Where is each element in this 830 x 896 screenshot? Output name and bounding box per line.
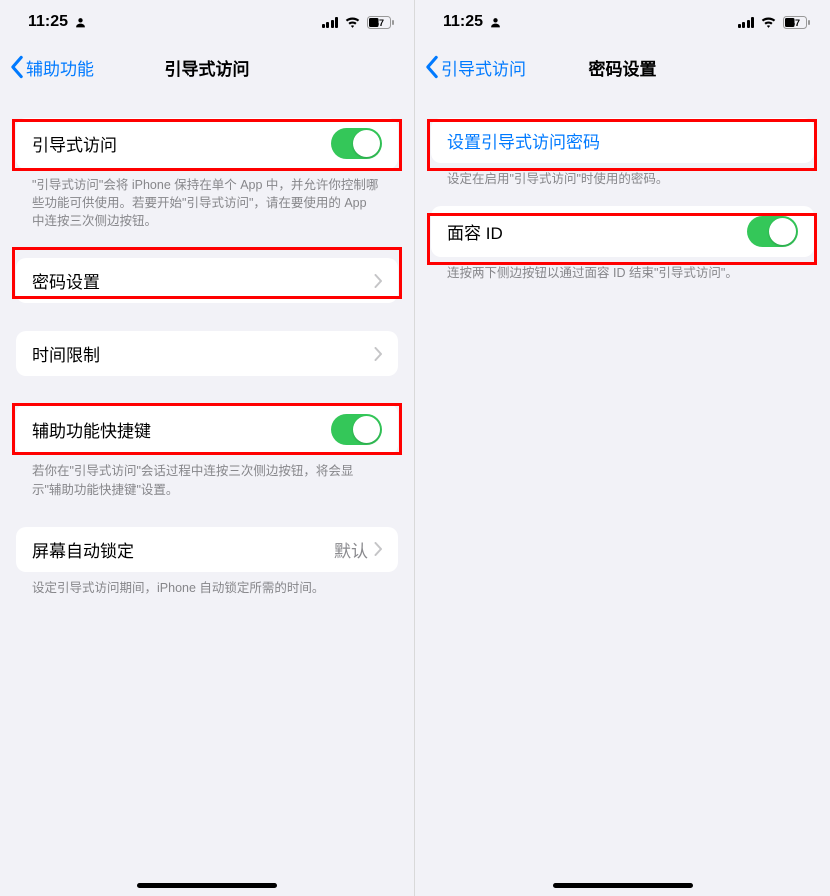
back-label: 引导式访问 [441,55,526,80]
section-footer: "引导式访问"会将 iPhone 保持在单个 App 中，并允许你控制哪些功能可… [32,176,382,230]
cellular-icon [738,16,755,28]
nav-bar: 引导式访问 密码设置 [415,44,830,90]
row-label: 时间限制 [32,341,374,366]
row-passcode-settings[interactable]: 密码设置 [16,258,398,303]
status-bar: 11:25 47 [0,0,414,44]
toggle-on-icon[interactable] [747,216,798,247]
chevron-right-icon [374,542,382,556]
row-time-limit[interactable]: 时间限制 [16,331,398,376]
row-face-id-toggle[interactable]: 面容 ID [431,206,814,257]
section-footer: 若你在"引导式访问"会话过程中连按三次侧边按钮，将会显示"辅助功能快捷键"设置。 [32,462,382,498]
svg-text:47: 47 [790,18,800,28]
section-footer: 设定在启用"引导式访问"时使用的密码。 [447,170,798,188]
chevron-right-icon [374,274,382,288]
battery-icon: 47 [367,16,394,29]
back-label: 辅助功能 [26,55,94,80]
section-footer: 设定引导式访问期间，iPhone 自动锁定所需的时间。 [32,579,382,597]
row-label: 引导式访问 [32,131,331,156]
section-footer: 连按两下侧边按钮以通过面容 ID 结束"引导式访问"。 [447,264,798,282]
profile-icon [74,16,87,29]
back-button[interactable]: 辅助功能 [0,55,94,80]
cellular-icon [322,16,339,28]
svg-text:47: 47 [374,18,384,28]
wifi-icon [760,16,777,29]
row-label: 密码设置 [32,268,374,293]
row-label: 屏幕自动锁定 [32,537,334,562]
row-accessibility-shortcut[interactable]: 辅助功能快捷键 [16,404,398,455]
row-label: 面容 ID [447,219,747,244]
toggle-on-icon[interactable] [331,128,382,159]
row-guided-access-toggle[interactable]: 引导式访问 [16,118,398,169]
row-set-guided-access-passcode[interactable]: 设置引导式访问密码 [431,118,814,163]
back-button[interactable]: 引导式访问 [415,55,526,80]
home-indicator[interactable] [137,883,277,888]
row-value: 默认 [334,537,368,562]
status-time: 11:25 [443,13,483,31]
battery-icon: 47 [783,16,810,29]
toggle-on-icon[interactable] [331,414,382,445]
row-label: 设置引导式访问密码 [447,128,798,153]
screen-passcode-settings: 11:25 47 引导式访 [415,0,830,896]
row-auto-lock[interactable]: 屏幕自动锁定 默认 [16,527,398,572]
chevron-left-icon [8,55,26,79]
nav-bar: 辅助功能 引导式访问 [0,44,414,90]
status-time: 11:25 [28,13,68,31]
screen-guided-access: 11:25 47 辅助功能 [0,0,415,896]
home-indicator[interactable] [553,883,693,888]
status-bar: 11:25 47 [415,0,830,44]
wifi-icon [344,16,361,29]
profile-icon [489,16,502,29]
chevron-right-icon [374,347,382,361]
chevron-left-icon [423,55,441,79]
row-label: 辅助功能快捷键 [32,417,331,442]
